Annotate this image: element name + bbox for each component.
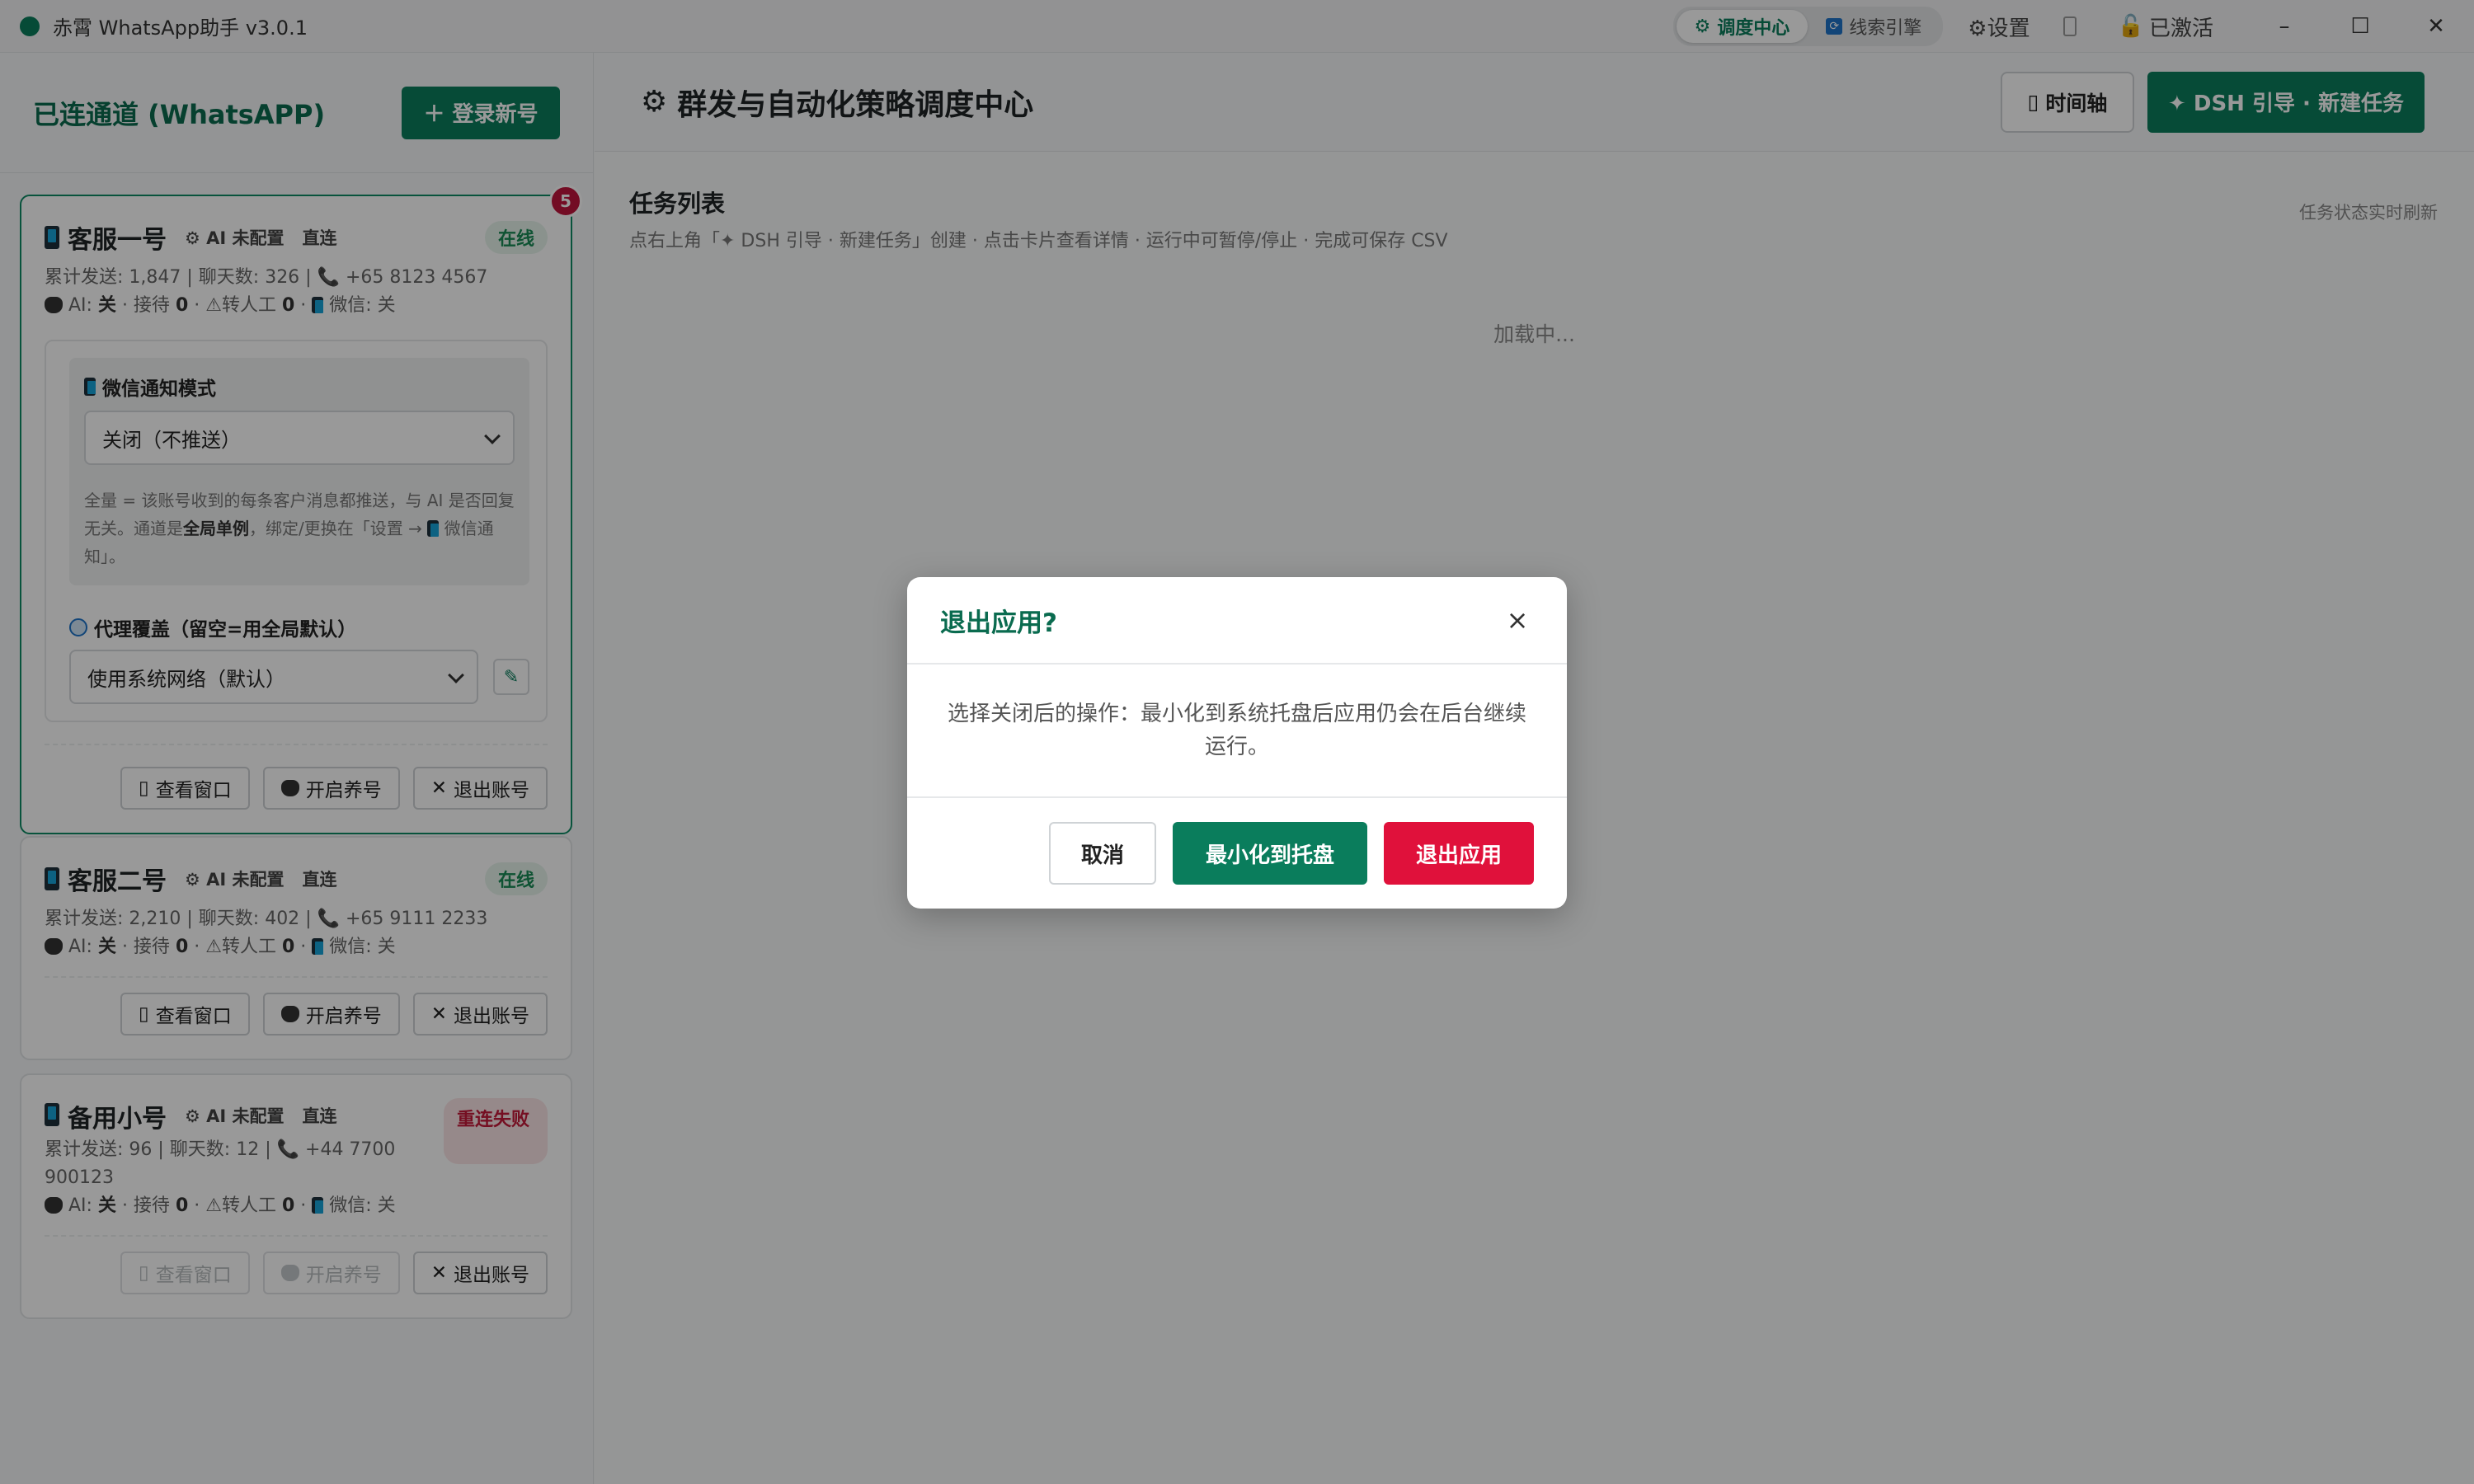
dialog-body: 选择关闭后的操作：最小化到系统托盘后应用仍会在后台继续运行。 (907, 665, 1567, 798)
quit-app-button[interactable]: 退出应用 (1384, 822, 1534, 885)
dialog-header: 退出应用? × (907, 577, 1567, 665)
dialog-close-button[interactable]: × (1501, 603, 1534, 636)
quit-dialog: 退出应用? × 选择关闭后的操作：最小化到系统托盘后应用仍会在后台继续运行。 取… (907, 577, 1567, 909)
minimize-to-tray-button[interactable]: 最小化到托盘 (1173, 822, 1367, 885)
dialog-title: 退出应用? (940, 608, 1057, 638)
cancel-button[interactable]: 取消 (1049, 822, 1156, 885)
dialog-footer: 取消 最小化到托盘 退出应用 (907, 798, 1567, 909)
